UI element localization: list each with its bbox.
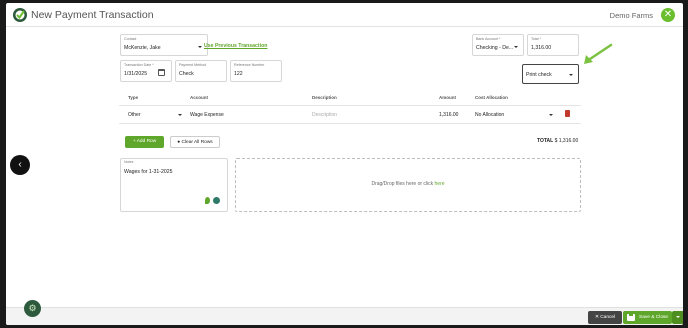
company-name: Demo Farms (609, 11, 653, 20)
payment-method-field[interactable]: Payment Method Check (175, 60, 227, 82)
row-description-input[interactable]: Description (312, 112, 337, 118)
cancel-button[interactable]: ✕ Cancel (588, 311, 622, 324)
file-dropzone[interactable]: Drag/Drop files here or click here (235, 158, 581, 212)
trash-icon[interactable] (565, 110, 570, 117)
clear-all-rows-button[interactable]: ● Clear All Rows (170, 136, 220, 148)
table-row: Other Wage Expense Description 1,316.00 … (119, 107, 581, 123)
annotation-arrow-icon (584, 43, 613, 64)
total-field[interactable]: Total * 1,316.00 (527, 34, 579, 56)
close-icon: ✕ (663, 9, 673, 20)
transaction-date-field[interactable]: Transaction Date * 1/31/2025 (120, 60, 172, 82)
dropzone-click-link[interactable]: here (435, 181, 445, 187)
add-row-button[interactable]: + Add Row (125, 136, 164, 148)
notes-textarea[interactable]: Notes Wages for 1-31-2025 (120, 158, 228, 212)
row-account[interactable]: Wage Expense (190, 112, 224, 118)
chevron-down-icon (198, 46, 202, 48)
calendar-icon[interactable] (158, 69, 165, 76)
print-option-select[interactable]: Print check (522, 64, 579, 84)
dropzone-text: Drag/Drop files here or click here (236, 181, 580, 187)
add-row-label: Add Row (136, 139, 157, 144)
print-option-value: Print check (526, 72, 552, 78)
back-button[interactable]: ‹ (10, 155, 30, 175)
bank-account-label: Bank Account * (476, 37, 501, 41)
col-amount: Amount (439, 95, 456, 100)
chevron-down-icon[interactable] (178, 114, 182, 116)
footer-bar (6, 307, 683, 325)
contact-label: Contact (124, 37, 137, 41)
table-header: Type Account Description Amount Cost All… (119, 91, 581, 105)
reference-number-label: Reference Number (234, 63, 265, 67)
help-button[interactable]: ⚙ (24, 300, 41, 317)
chevron-left-icon: ‹ (18, 159, 22, 170)
total-label: Total * (531, 37, 541, 41)
col-cost-allocation: Cost Allocation (475, 95, 508, 100)
chevron-down-icon (676, 316, 680, 318)
contact-value: McKenzie, Jake (124, 45, 161, 51)
notes-label: Notes (124, 160, 134, 164)
use-previous-transaction-link[interactable]: Use Previous Transaction (204, 43, 267, 49)
total-summary-label: TOTAL (537, 138, 554, 144)
page-title: New Payment Transaction (31, 9, 154, 21)
col-type: Type (128, 95, 139, 100)
window-header: New Payment Transaction Demo Farms ✕ (6, 3, 683, 27)
total-summary: TOTAL $ 1,316.00 (537, 138, 578, 144)
col-description: Description (312, 95, 337, 100)
total-summary-value: $ 1,316.00 (554, 138, 579, 144)
transaction-date-label: Transaction Date * (124, 63, 154, 67)
chevron-down-icon (514, 46, 518, 48)
contact-field[interactable]: Contact McKenzie, Jake (120, 34, 208, 56)
total-value: 1,316.00 (531, 45, 552, 51)
save-label: Save & Close (639, 315, 669, 320)
row-amount[interactable]: 1,316.00 (439, 112, 458, 118)
payment-method-label: Payment Method (179, 63, 207, 67)
reference-number-value: 122 (234, 71, 243, 77)
save-icon (627, 314, 635, 321)
payment-transaction-window: New Payment Transaction Demo Farms ✕ Con… (6, 3, 683, 325)
payment-method-value: Check (179, 71, 194, 77)
row-type[interactable]: Other (128, 112, 141, 118)
close-window-button[interactable]: ✕ (661, 8, 675, 22)
reference-number-field[interactable]: Reference Number 122 (230, 60, 282, 82)
col-account: Account (190, 95, 208, 100)
farm-logo-icon (13, 8, 27, 22)
divider (119, 105, 581, 106)
clear-rows-label: Clear All Rows (181, 140, 213, 145)
bank-account-value: Checking - De... (476, 45, 514, 51)
dropzone-prompt: Drag/Drop files here or click (371, 181, 434, 187)
chevron-down-icon[interactable] (549, 114, 553, 116)
row-cost-allocation[interactable]: No Allocation (475, 112, 504, 118)
transaction-date-value: 1/31/2025 (124, 71, 148, 77)
bank-account-field[interactable]: Bank Account * Checking - De... (472, 34, 524, 56)
divider (119, 123, 581, 124)
grammar-check-icon[interactable] (213, 197, 220, 204)
cancel-label: Cancel (600, 315, 616, 320)
chevron-down-icon (569, 74, 573, 76)
notes-value: Wages for 1-31-2025 (124, 169, 173, 175)
help-icon: ⚙ (28, 303, 37, 313)
save-options-dropdown[interactable] (672, 311, 683, 324)
location-pin-icon[interactable] (205, 197, 210, 204)
